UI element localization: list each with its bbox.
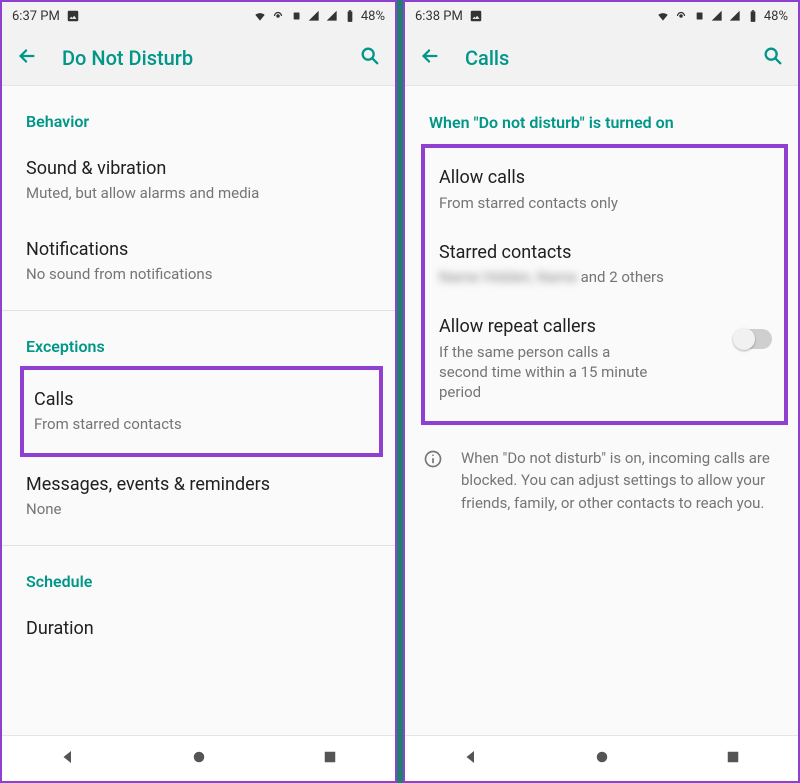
page-title: Calls bbox=[465, 46, 762, 70]
status-bar: 6:37 PM 48% bbox=[2, 2, 395, 30]
nav-bar bbox=[2, 735, 395, 781]
row-subtitle: Name Hidden, Name and 2 others bbox=[439, 267, 772, 287]
others-count: and 2 others bbox=[581, 268, 664, 286]
wifi-icon bbox=[656, 9, 670, 23]
row-title: Allow repeat callers bbox=[439, 315, 726, 339]
row-duration[interactable]: Duration bbox=[2, 601, 395, 659]
signal-icon-2 bbox=[728, 9, 742, 23]
battery-percent: 48% bbox=[764, 9, 788, 24]
nav-back[interactable] bbox=[59, 748, 77, 770]
info-icon bbox=[423, 449, 443, 515]
battery-icon bbox=[343, 9, 357, 23]
section-behavior: Behavior bbox=[2, 86, 395, 141]
signal-icon bbox=[710, 9, 724, 23]
nav-home[interactable] bbox=[190, 748, 208, 770]
triangle-back-icon bbox=[59, 748, 77, 766]
back-button[interactable] bbox=[419, 45, 441, 71]
hotspot-icon bbox=[271, 9, 285, 23]
nav-recent[interactable] bbox=[724, 748, 742, 770]
hotspot-icon bbox=[674, 9, 688, 23]
status-time: 6:38 PM bbox=[415, 9, 463, 24]
right-screenshot: 6:38 PM 48% Calls When "Do not disturb" … bbox=[403, 0, 800, 783]
info-block: When "Do not disturb" is on, incoming ca… bbox=[405, 425, 798, 537]
section-exceptions: Exceptions bbox=[2, 311, 395, 366]
row-title: Calls bbox=[34, 388, 371, 412]
arrow-left-icon bbox=[419, 45, 441, 67]
row-subtitle: Muted, but allow alarms and media bbox=[26, 183, 371, 203]
status-time: 6:37 PM bbox=[12, 9, 60, 24]
content-area: When "Do not disturb" is turned on Allow… bbox=[405, 86, 798, 735]
row-subtitle: If the same person calls a second time w… bbox=[439, 342, 659, 403]
square-recent-icon bbox=[321, 748, 339, 766]
nav-back[interactable] bbox=[462, 748, 480, 770]
row-subtitle: From starred contacts only bbox=[439, 193, 772, 213]
row-title: Duration bbox=[26, 617, 371, 641]
row-calls[interactable]: Calls From starred contacts bbox=[28, 374, 375, 449]
nav-home[interactable] bbox=[593, 748, 611, 770]
row-subtitle: From starred contacts bbox=[34, 414, 371, 434]
row-title: Messages, events & reminders bbox=[26, 473, 371, 497]
row-starred-contacts[interactable]: Starred contacts Name Hidden, Name and 2… bbox=[431, 227, 778, 302]
search-icon bbox=[359, 45, 381, 67]
square-recent-icon bbox=[724, 748, 742, 766]
highlight-call-settings: Allow calls From starred contacts only S… bbox=[421, 144, 788, 424]
image-icon bbox=[469, 9, 483, 23]
back-button[interactable] bbox=[16, 45, 38, 71]
app-bar: Do Not Disturb bbox=[2, 30, 395, 86]
image-icon bbox=[66, 9, 80, 23]
lte-icon bbox=[289, 9, 303, 23]
highlight-calls: Calls From starred contacts bbox=[20, 366, 383, 457]
row-messages[interactable]: Messages, events & reminders None bbox=[2, 457, 395, 538]
nav-bar bbox=[405, 735, 798, 781]
row-subtitle: None bbox=[26, 499, 371, 519]
battery-percent: 48% bbox=[361, 9, 385, 24]
arrow-left-icon bbox=[16, 45, 38, 67]
signal-icon bbox=[307, 9, 321, 23]
row-sound-vibration[interactable]: Sound & vibration Muted, but allow alarm… bbox=[2, 141, 395, 222]
status-bar: 6:38 PM 48% bbox=[405, 2, 798, 30]
info-text: When "Do not disturb" is on, incoming ca… bbox=[461, 447, 776, 515]
content-area: Behavior Sound & vibration Muted, but al… bbox=[2, 86, 395, 735]
repeat-callers-toggle[interactable] bbox=[734, 329, 772, 349]
search-icon bbox=[762, 45, 784, 67]
triangle-back-icon bbox=[462, 748, 480, 766]
battery-icon bbox=[746, 9, 760, 23]
wifi-icon bbox=[253, 9, 267, 23]
row-title: Allow calls bbox=[439, 166, 772, 190]
left-screenshot: 6:37 PM 48% Do Not Disturb Behavior Soun… bbox=[0, 0, 397, 783]
row-allow-repeat-callers[interactable]: Allow repeat callers If the same person … bbox=[431, 301, 778, 416]
row-title: Starred contacts bbox=[439, 241, 772, 265]
lte-icon bbox=[692, 9, 706, 23]
circle-home-icon bbox=[593, 748, 611, 766]
row-subtitle: No sound from notifications bbox=[26, 264, 371, 284]
section-dnd-on: When "Do not disturb" is turned on bbox=[405, 86, 798, 144]
row-title: Notifications bbox=[26, 238, 371, 262]
section-schedule: Schedule bbox=[2, 546, 395, 601]
signal-icon-2 bbox=[325, 9, 339, 23]
row-title: Sound & vibration bbox=[26, 157, 371, 181]
blurred-names: Name Hidden, Name bbox=[439, 268, 577, 286]
nav-recent[interactable] bbox=[321, 748, 339, 770]
search-button[interactable] bbox=[762, 45, 784, 71]
app-bar: Calls bbox=[405, 30, 798, 86]
page-title: Do Not Disturb bbox=[62, 46, 359, 70]
search-button[interactable] bbox=[359, 45, 381, 71]
row-allow-calls[interactable]: Allow calls From starred contacts only bbox=[431, 152, 778, 227]
row-notifications[interactable]: Notifications No sound from notification… bbox=[2, 222, 395, 303]
circle-home-icon bbox=[190, 748, 208, 766]
